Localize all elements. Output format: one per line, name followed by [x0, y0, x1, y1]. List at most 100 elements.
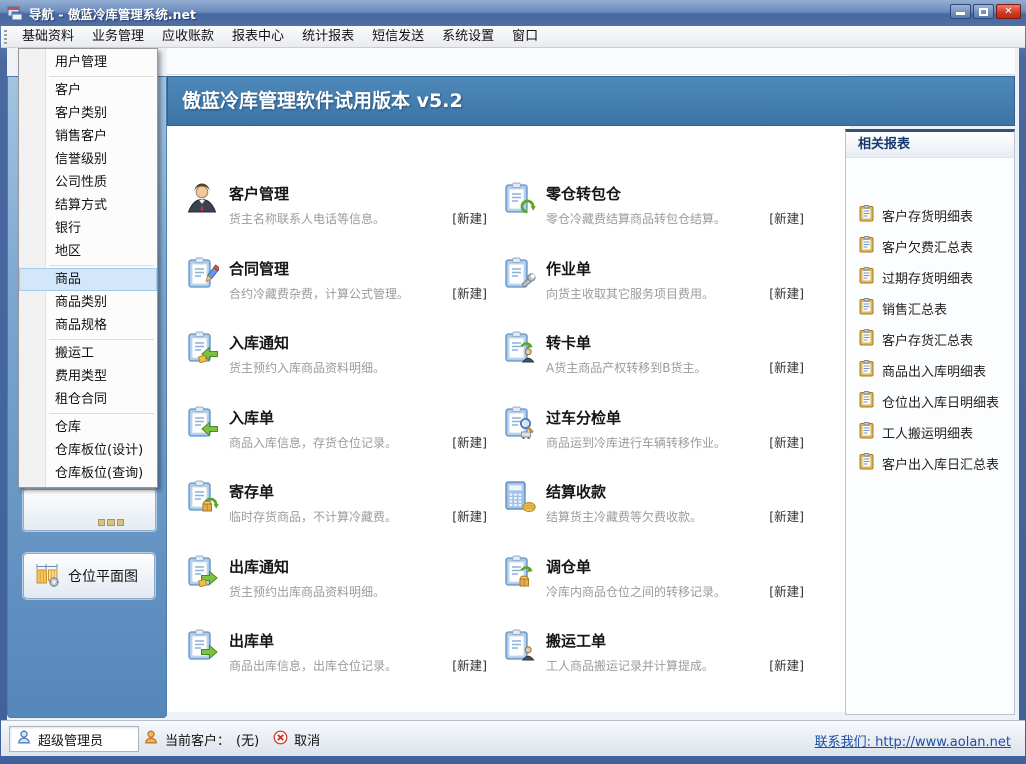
outbound-notice-icon: [185, 554, 219, 588]
cancel-icon[interactable]: [273, 730, 288, 749]
current-user-label: 超级管理员: [38, 730, 103, 749]
dropdown-item-6[interactable]: 公司性质: [19, 171, 157, 194]
menu-item-2[interactable]: 业务管理: [83, 26, 153, 47]
new-link[interactable]: [新建]: [769, 432, 804, 451]
feature-transfer-warehouse: 零仓转包仓零仓冷藏费结算商品转包仓结算。[新建]: [502, 181, 804, 239]
menu-item-1[interactable]: 基础资料: [13, 26, 83, 47]
dropdown-item-1[interactable]: 用户管理: [19, 51, 157, 74]
dropdown-item-5[interactable]: 信誉级别: [19, 148, 157, 171]
report-icon: [859, 298, 874, 319]
menu-item-6[interactable]: 短信发送: [363, 26, 433, 47]
cancel-client-button[interactable]: 取消: [294, 730, 320, 749]
dropdown-item-18[interactable]: 仓库板位(查询): [19, 462, 157, 485]
feature-title[interactable]: 入库单: [229, 407, 454, 428]
report-link-4[interactable]: 销售汇总表: [846, 293, 1014, 324]
report-link-6[interactable]: 商品出入库明细表: [846, 355, 1014, 386]
report-link-3[interactable]: 过期存货明细表: [846, 262, 1014, 293]
new-link[interactable]: [新建]: [769, 506, 804, 525]
contact-link[interactable]: 联系我们: http://www.aolan.net: [815, 731, 1011, 750]
feature-vehicle-sorting: 过车分检单商品运到冷库进行车辆转移作业。[新建]: [502, 405, 804, 463]
feature-outbound-notice: 出库通知货主预约出库商品资料明细。: [185, 554, 487, 612]
feature-relocation: 调仓单冷库内商品仓位之间的转移记录。[新建]: [502, 554, 804, 612]
customer-icon: [185, 181, 219, 215]
dropdown-item-4[interactable]: 销售客户: [19, 125, 157, 148]
feature-title[interactable]: 结算收款: [546, 481, 771, 502]
outbound-order-icon: [185, 628, 219, 662]
sidebar-hidden-button[interactable]: [23, 489, 156, 531]
new-link[interactable]: [新建]: [452, 432, 487, 451]
dropdown-item-17[interactable]: 仓库板位(设计): [19, 439, 157, 462]
maximize-button[interactable]: [973, 4, 994, 19]
deposit-order-icon: [185, 479, 219, 513]
feature-title[interactable]: 寄存单: [229, 481, 454, 502]
dropdown-item-2[interactable]: 客户: [19, 79, 157, 102]
current-client-label: 当前客户：: [165, 730, 230, 749]
new-link[interactable]: [新建]: [452, 506, 487, 525]
new-link[interactable]: [新建]: [769, 208, 804, 227]
report-link-9[interactable]: 客户出入库日汇总表: [846, 448, 1014, 479]
feature-title[interactable]: 客户管理: [229, 183, 454, 204]
report-link-2[interactable]: 客户欠费汇总表: [846, 231, 1014, 262]
report-label: 工人搬运明细表: [882, 423, 973, 442]
dropdown-item-9[interactable]: 地区: [19, 240, 157, 263]
feature-title[interactable]: 搬运工单: [546, 630, 771, 651]
report-link-8[interactable]: 工人搬运明细表: [846, 417, 1014, 448]
new-link[interactable]: [新建]: [769, 283, 804, 302]
menu-item-4[interactable]: 报表中心: [223, 26, 293, 47]
close-button[interactable]: ✕: [996, 4, 1021, 19]
warehouse-plan-icon: [34, 561, 60, 591]
report-link-1[interactable]: 客户存货明细表: [846, 200, 1014, 231]
current-client-value: (无): [236, 730, 259, 749]
warehouse-plan-button[interactable]: 仓位平面图: [23, 553, 155, 599]
dropdown-item-15[interactable]: 租仓合同: [19, 388, 157, 411]
feature-title[interactable]: 调仓单: [546, 556, 771, 577]
relocation-icon: [502, 554, 536, 588]
dropdown-item-11[interactable]: 商品类别: [19, 291, 157, 314]
feature-title[interactable]: 合同管理: [229, 258, 454, 279]
contract-icon: [185, 256, 219, 290]
feature-settlement: 结算收款结算货主冷藏费等欠费收款。[新建]: [502, 479, 804, 537]
dropdown-item-10[interactable]: 商品: [19, 268, 157, 291]
dropdown-item-7[interactable]: 结算方式: [19, 194, 157, 217]
settlement-icon: [502, 479, 536, 513]
report-link-7[interactable]: 仓位出入库日明细表: [846, 386, 1014, 417]
new-link[interactable]: [新建]: [769, 581, 804, 600]
feature-inbound-order: 入库单商品入库信息，存货仓位记录。[新建]: [185, 405, 487, 463]
client-area: 傲蓝冷库管理软件试用版本 v5.2 仓位平面图 用户管理客户客户类别销售客户信誉…: [7, 48, 1019, 720]
dropdown-item-16[interactable]: 仓库: [19, 416, 157, 439]
menu-item-8[interactable]: 窗口: [503, 26, 547, 47]
related-reports-panel: 相关报表 客户存货明细表客户欠费汇总表过期存货明细表销售汇总表客户存货汇总表商品…: [845, 129, 1015, 715]
feature-title[interactable]: 作业单: [546, 258, 771, 279]
feature-title[interactable]: 转卡单: [546, 332, 771, 353]
dropdown-item-13[interactable]: 搬运工: [19, 342, 157, 365]
menu-item-3[interactable]: 应收账款: [153, 26, 223, 47]
feature-desc: 工人商品搬运记录并计算提成。: [546, 657, 771, 674]
report-icon: [859, 236, 874, 257]
new-link[interactable]: [新建]: [452, 283, 487, 302]
feature-title[interactable]: 出库单: [229, 630, 454, 651]
minimize-button[interactable]: [950, 4, 971, 19]
new-link[interactable]: [新建]: [452, 208, 487, 227]
new-link[interactable]: [新建]: [452, 655, 487, 674]
new-link[interactable]: [新建]: [769, 357, 804, 376]
menu-item-5[interactable]: 统计报表: [293, 26, 363, 47]
feature-desc: 货主名称联系人电话等信息。: [229, 210, 454, 227]
related-reports-header: 相关报表: [846, 132, 1014, 158]
feature-desc: 合约冷藏费杂费，计算公式管理。: [229, 285, 454, 302]
dropdown-item-12[interactable]: 商品规格: [19, 314, 157, 337]
dropdown-item-3[interactable]: 客户类别: [19, 102, 157, 125]
report-link-5[interactable]: 客户存货汇总表: [846, 324, 1014, 355]
feature-title[interactable]: 出库通知: [229, 556, 454, 577]
feature-work-order: 作业单向货主收取其它服务项目费用。[新建]: [502, 256, 804, 314]
feature-transfer-card: 转卡单A货主商品产权转移到B货主。[新建]: [502, 330, 804, 388]
new-link[interactable]: [新建]: [769, 655, 804, 674]
feature-title[interactable]: 过车分检单: [546, 407, 771, 428]
feature-desc: 商品运到冷库进行车辆转移作业。: [546, 434, 771, 451]
report-label: 仓位出入库日明细表: [882, 392, 999, 411]
dropdown-item-8[interactable]: 银行: [19, 217, 157, 240]
feature-title[interactable]: 入库通知: [229, 332, 454, 353]
feature-title[interactable]: 零仓转包仓: [546, 183, 771, 204]
menu-item-7[interactable]: 系统设置: [433, 26, 503, 47]
dropdown-item-14[interactable]: 费用类型: [19, 365, 157, 388]
banner: 傲蓝冷库管理软件试用版本 v5.2: [167, 76, 1015, 126]
